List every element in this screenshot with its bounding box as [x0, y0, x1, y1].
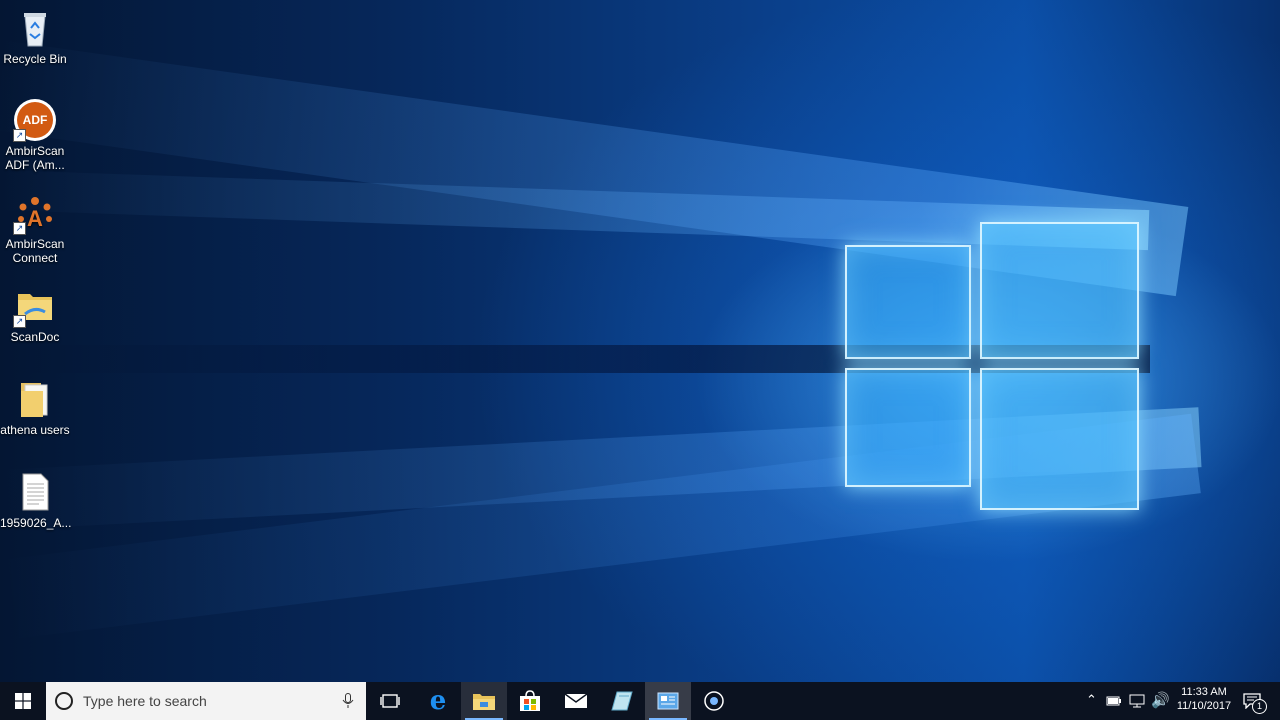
- search-placeholder: Type here to search: [83, 693, 207, 709]
- desktop[interactable]: Recycle Bin ADF ↗ AmbirScan ADF (Am... A…: [0, 0, 1280, 682]
- file-explorer-icon: [473, 694, 495, 710]
- desktop-icon-label: Recycle Bin: [3, 52, 67, 66]
- svg-text:A: A: [27, 206, 43, 231]
- desktop-icon-label: AmbirScan ADF (Am...: [5, 144, 65, 172]
- show-hidden-icons-chevron-icon[interactable]: ⌃: [1086, 692, 1097, 708]
- windows-logo-pane-top-right: [980, 222, 1139, 359]
- store-icon: [520, 690, 540, 711]
- task-view-icon: [380, 694, 400, 708]
- control-panel-button[interactable]: [645, 682, 691, 720]
- cortana-search-icon: [55, 692, 73, 710]
- light-beam: [0, 345, 1150, 373]
- clock[interactable]: 11:33 AM 11/10/2017: [1168, 686, 1240, 712]
- app-button[interactable]: [599, 682, 645, 720]
- document-icon: [15, 472, 55, 512]
- action-center-button[interactable]: 1: [1240, 682, 1280, 720]
- desktop-icon-label: AmbirScan Connect: [5, 237, 65, 265]
- shortcut-arrow-icon: ↗: [13, 129, 26, 142]
- ambirscan-adf-icon: ADF ↗: [13, 99, 56, 142]
- clock-time: 11:33 AM: [1181, 686, 1227, 698]
- windows-logo-pane-top-left: [845, 245, 971, 359]
- edge-icon: e: [429, 686, 447, 716]
- desktop-icon-ambirscan-adf[interactable]: ADF ↗ AmbirScan ADF (Am...: [0, 99, 70, 172]
- notification-count-badge: 1: [1252, 699, 1267, 714]
- desktop-icon-label: athena users: [0, 423, 70, 437]
- taskbar: Type here to search e ⌃ 🔊 11:33 AM 11/10…: [0, 682, 1280, 720]
- store-button[interactable]: [507, 682, 553, 720]
- clock-date: 11/10/2017: [1176, 700, 1232, 712]
- recycle-bin-icon: [15, 8, 55, 48]
- cortana-button[interactable]: [691, 682, 737, 720]
- folder-icon: [15, 379, 55, 419]
- shortcut-arrow-icon: ↗: [13, 222, 26, 235]
- ambirscan-connect-icon: A ↗: [13, 193, 55, 235]
- desktop-icon-scandoc[interactable]: ↗ ScanDoc: [0, 286, 70, 344]
- mail-button[interactable]: [553, 682, 599, 720]
- control-panel-icon: [657, 692, 679, 710]
- shortcut-arrow-icon: ↗: [13, 315, 26, 328]
- windows-start-icon: [15, 693, 31, 709]
- mail-icon: [564, 693, 588, 708]
- file-explorer-button[interactable]: [461, 682, 507, 720]
- network-icon[interactable]: [1129, 694, 1145, 708]
- windows-logo-pane-bottom-right: [980, 368, 1139, 510]
- folder-icon: ↗: [13, 286, 55, 328]
- desktop-icon-label: ScanDoc: [10, 330, 60, 344]
- search-box[interactable]: Type here to search: [46, 682, 366, 720]
- desktop-icon-recycle-bin[interactable]: Recycle Bin: [0, 8, 70, 66]
- desktop-icon-label: 1959026_A...: [0, 516, 72, 530]
- volume-icon[interactable]: 🔊: [1151, 691, 1170, 709]
- desktop-icon-document[interactable]: 1959026_A...: [0, 472, 72, 530]
- battery-icon[interactable]: [1106, 695, 1122, 707]
- windows-logo-pane-bottom-left: [845, 368, 971, 487]
- microphone-icon[interactable]: [342, 693, 354, 709]
- desktop-icon-athena-users[interactable]: athena users: [0, 379, 70, 437]
- adf-badge-text: ADF: [22, 113, 48, 127]
- start-button[interactable]: [0, 682, 46, 720]
- cortana-circle-icon: [704, 691, 724, 711]
- edge-button[interactable]: e: [415, 682, 461, 720]
- task-view-button[interactable]: [367, 682, 413, 720]
- desktop-icon-ambirscan-connect[interactable]: A ↗ AmbirScan Connect: [0, 193, 70, 265]
- scanner-app-icon: [611, 691, 633, 711]
